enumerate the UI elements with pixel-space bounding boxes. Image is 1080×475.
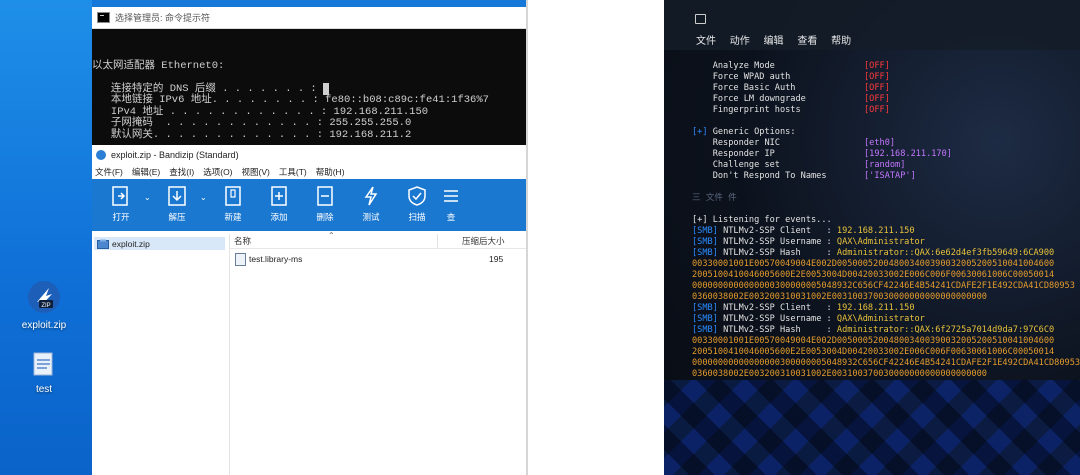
faint-line: 三 文件 件 <box>692 193 737 203</box>
hash-continuation: 0000000000000000300000005048932C656CF422… <box>692 281 1075 291</box>
new-button[interactable]: 新建 <box>210 179 256 223</box>
library-file-icon <box>235 252 246 266</box>
smb-hash-line: [SMB] NTLMv2-SSP Hash : Administrator::Q… <box>692 248 1055 258</box>
open-dropdown-chevron-icon[interactable]: ⌄ <box>144 179 154 202</box>
cmd-title: 选择管理员: 命令提示符 <box>115 13 211 23</box>
option-line: Force Basic Auth [OFF] <box>712 83 890 93</box>
bandizip-titlebar[interactable]: exploit.zip - Bandizip (Standard) <box>92 145 526 164</box>
add-button[interactable]: 添加 <box>256 179 302 223</box>
cmd-line: 子网掩码 . . . . . . . . . . . . : 255.255.2… <box>92 117 412 129</box>
window-edge <box>92 0 526 7</box>
text-cursor <box>323 82 330 95</box>
sort-ascending-icon: ⌃ <box>328 231 335 240</box>
desktop-icon-label: exploit.zip <box>21 320 67 331</box>
terminal-menu-edit[interactable]: 编辑 <box>764 36 784 47</box>
hash-continuation: 00330001001E00570049004E002D005000520048… <box>692 336 1055 346</box>
column-header-compressed-size[interactable]: 压缩后大小 <box>462 235 505 247</box>
hash-continuation: 2005100410046005600E2E0053004D0042003300… <box>692 270 1055 280</box>
extract-dropdown-chevron-icon[interactable]: ⌄ <box>200 179 210 202</box>
archive-icon <box>97 239 109 249</box>
file-name: test.library-ms <box>249 254 303 264</box>
cmd-window[interactable]: 选择管理员: 命令提示符 以太网适配器 Ethernet0: 连接特定的 DNS… <box>92 7 526 147</box>
lightning-icon <box>364 186 378 206</box>
delete-button[interactable]: 删除 <box>302 179 348 223</box>
column-header-name[interactable]: 名称 <box>234 235 251 247</box>
hash-continuation: 00000000000000000300000005048932C656CF42… <box>692 358 1080 368</box>
test-button[interactable]: 测试 <box>348 179 394 223</box>
bandizip-logo-icon <box>96 149 106 160</box>
bandizip-window[interactable]: exploit.zip - Bandizip (Standard) 文件(F) … <box>92 145 526 475</box>
terminal-menu-action[interactable]: 动作 <box>730 36 750 47</box>
option-line: Challenge set [random] <box>712 160 906 170</box>
cmd-line: 默认网关. . . . . . . . . . . . . : 192.168.… <box>92 128 412 141</box>
extract-button[interactable]: 解压 <box>154 179 200 223</box>
file-icon <box>33 352 53 376</box>
desktop: ZIP exploit.zip test <box>0 0 92 475</box>
view-button[interactable]: 查 <box>440 179 462 223</box>
option-line: Responder NIC [eth0] <box>712 138 896 148</box>
option-line: Responder IP [192.168.211.170] <box>712 149 952 159</box>
folder-tree: exploit.zip <box>92 234 230 475</box>
list-icon <box>444 190 458 202</box>
option-line: Force LM downgrade [OFF] <box>712 94 890 104</box>
menu-edit[interactable]: 编辑(E) <box>132 166 160 178</box>
terminal-menu-file[interactable]: 文件 <box>696 36 716 47</box>
file-row[interactable]: test.library-ms 195 <box>230 252 526 266</box>
smb-client-line: [SMB] NTLMv2-SSP Client : 192.168.211.15… <box>692 303 915 313</box>
hash-continuation: 0360038002E003200310031002E0031003700300… <box>692 369 987 379</box>
zip-archive-icon: ZIP <box>28 281 60 313</box>
cmd-line: 以太网适配器 Ethernet0: <box>92 59 225 72</box>
extract-icon <box>168 186 186 206</box>
menu-tools[interactable]: 工具(T) <box>279 166 307 178</box>
generic-options-header: [+] Generic Options: <box>692 127 796 137</box>
delete-icon <box>317 186 333 206</box>
file-list-header: 名称 ⌃ 压缩后大小 <box>230 231 526 249</box>
terminal-output: Analyze Mode [OFF] Force WPAD auth [OFF] F… <box>692 50 1080 402</box>
bandizip-title: exploit.zip - Bandizip (Standard) <box>111 149 239 160</box>
menu-find[interactable]: 查找(I) <box>169 166 194 178</box>
svg-text:ZIP: ZIP <box>41 303 50 309</box>
file-size: 195 <box>489 254 504 264</box>
smb-username-line: [SMB] NTLMv2-SSP Username : QAX\Administ… <box>692 314 925 324</box>
file-list: 名称 ⌃ 压缩后大小 test.library-ms 195 <box>230 231 526 475</box>
desktop-icon-test[interactable]: test <box>4 350 84 395</box>
smb-username-line: [SMB] NTLMv2-SSP Username : QAX\Administ… <box>692 237 925 247</box>
open-button[interactable]: 打开 <box>98 179 144 223</box>
blank-area <box>526 0 666 475</box>
menu-help[interactable]: 帮助(H) <box>316 166 345 178</box>
terminal-window-icon <box>695 14 706 24</box>
menu-bar: 文件(F) 编辑(E) 查找(I) 选项(O) 视图(V) 工具(T) 帮助(H… <box>92 164 526 179</box>
listening-line: [+] Listening for events... <box>692 215 832 225</box>
hash-continuation: 0360038002E003200310031002E0031003700300… <box>692 292 987 302</box>
desktop-icon-label: test <box>35 384 53 395</box>
scan-button[interactable]: 扫描 <box>394 179 440 223</box>
tree-item-exploit-zip[interactable]: exploit.zip <box>94 237 225 250</box>
option-line: Force WPAD auth [OFF] <box>712 72 890 82</box>
cmd-icon <box>97 12 110 23</box>
terminal-menu-view[interactable]: 查看 <box>797 36 817 47</box>
add-icon <box>271 186 287 206</box>
menu-file[interactable]: 文件(F) <box>95 166 123 178</box>
smb-client-line: [SMB] NTLMv2-SSP Client : 192.168.211.15… <box>692 226 915 236</box>
shield-check-icon <box>408 186 426 206</box>
menu-options[interactable]: 选项(O) <box>203 166 232 178</box>
cmd-output: 以太网适配器 Ethernet0: 连接特定的 DNS 后缀 . . . . .… <box>92 29 526 164</box>
terminal-window[interactable]: 文件 动作 编辑 查看 帮助 Analyze Mode [OFF] Force W… <box>664 0 1080 475</box>
terminal-menu-help[interactable]: 帮助 <box>831 36 851 47</box>
new-archive-icon <box>225 186 241 206</box>
smb-hash-line: [SMB] NTLMv2-SSP Hash : Administrator::Q… <box>692 325 1055 335</box>
open-icon <box>112 186 128 206</box>
terminal-menu-bar: 文件 动作 编辑 查看 帮助 <box>696 32 862 47</box>
menu-view[interactable]: 视图(V) <box>242 166 270 178</box>
hash-continuation: 2005100410046005600E2E0053004D0042003300… <box>692 347 1055 357</box>
toolbar: 打开 ⌄ 解压 ⌄ 新建 添加 删除 测试 扫描 查 <box>92 179 526 231</box>
option-line: Analyze Mode [OFF] <box>712 61 890 71</box>
option-line: Don't Respond To Names ['ISATAP'] <box>712 171 916 181</box>
desktop-icon-exploit-zip[interactable]: ZIP exploit.zip <box>4 280 84 331</box>
option-line: Fingerprint hosts [OFF] <box>712 105 890 115</box>
cmd-titlebar[interactable]: 选择管理员: 命令提示符 <box>92 7 526 29</box>
cmd-line: 本地链接 IPv6 地址. . . . . . . . : fe80::b08:… <box>92 94 489 106</box>
hash-continuation: 00330001001E00570049004E002D005000520048… <box>692 259 1055 269</box>
